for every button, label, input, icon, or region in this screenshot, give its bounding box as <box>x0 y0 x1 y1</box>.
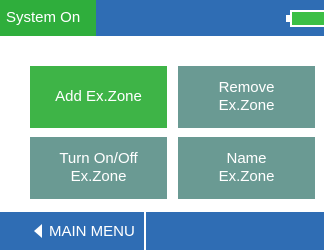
back-arrow-icon <box>34 224 42 238</box>
system-status-label: System On <box>0 0 96 36</box>
turn-onoff-exzone-button[interactable]: Turn On/Off Ex.Zone <box>30 137 167 199</box>
main-menu-label: MAIN MENU <box>49 222 135 240</box>
remove-exzone-button[interactable]: Remove Ex.Zone <box>178 66 315 128</box>
turn-onoff-label-line2: Ex.Zone <box>70 168 127 185</box>
footer-bar: MAIN MENU <box>0 212 324 250</box>
add-exzone-button[interactable]: Add Ex.Zone <box>30 66 167 128</box>
name-exzone-label-line2: Ex.Zone <box>218 168 275 185</box>
remove-exzone-label-line1: Remove <box>218 79 275 96</box>
battery-body <box>290 10 324 27</box>
remove-exzone-label-line2: Ex.Zone <box>218 97 275 114</box>
main-menu-button[interactable]: MAIN MENU <box>0 212 146 250</box>
battery-fill <box>292 12 324 25</box>
add-exzone-label: Add Ex.Zone <box>55 88 142 105</box>
battery-icon <box>286 10 324 27</box>
name-exzone-button[interactable]: Name Ex.Zone <box>178 137 315 199</box>
turn-onoff-label-line1: Turn On/Off <box>59 150 138 167</box>
screen: System On Add Ex.Zone Remove Ex.Zone Tur… <box>0 0 324 250</box>
header-bar: System On <box>0 0 324 36</box>
name-exzone-label-line1: Name <box>226 150 267 167</box>
